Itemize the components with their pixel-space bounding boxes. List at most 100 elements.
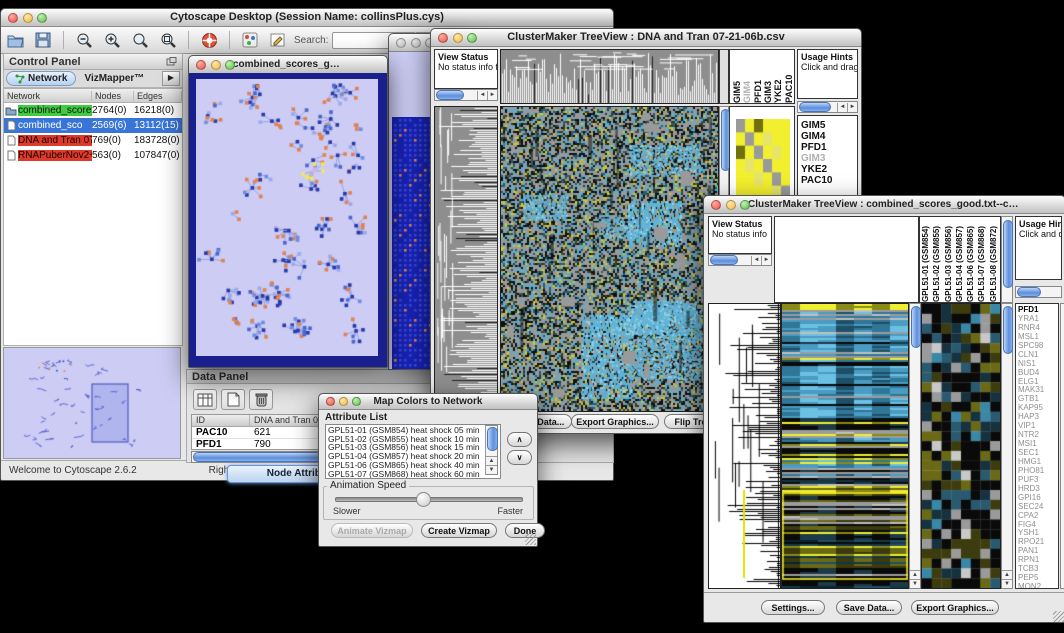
network-overview-canvas[interactable] — [3, 347, 181, 459]
scroll-left-icon[interactable]: ◄ — [837, 103, 847, 112]
tv1-global-heatmap-canvas[interactable] — [500, 106, 719, 412]
create-vizmap-button[interactable]: Create Vizmap — [421, 523, 497, 538]
scroll-down-icon[interactable]: ▼ — [910, 579, 920, 588]
tab-vizmapper[interactable]: VizMapper™ — [76, 72, 152, 85]
tv1-hints-hscrollbar[interactable]: ◄► — [797, 101, 858, 113]
tv1-zoom-heatmap-canvas[interactable] — [736, 119, 790, 199]
tv2-hints-hscrollbar[interactable] — [1015, 286, 1062, 298]
scroll-up-icon[interactable]: ▲ — [910, 570, 920, 579]
scroll-thumb[interactable] — [1017, 287, 1041, 297]
scroll-thumb[interactable] — [911, 306, 921, 348]
minimize-icon[interactable] — [453, 33, 463, 43]
minimize-icon[interactable] — [726, 200, 736, 210]
tv2-row-dendrogram-canvas[interactable] — [708, 303, 781, 589]
minimize-icon[interactable] — [411, 38, 421, 48]
tv1-status-hscrollbar[interactable]: ◄► — [434, 89, 498, 101]
annotation-button[interactable] — [267, 29, 289, 51]
animate-vizmap-button[interactable]: Animate Vizmap — [331, 523, 413, 538]
close-icon[interactable] — [438, 33, 448, 43]
scroll-thumb[interactable] — [799, 102, 831, 112]
export-graphics-button[interactable]: Export Graphics... — [571, 414, 659, 429]
dialog-titlebar[interactable]: Map Colors to Network — [319, 394, 537, 410]
zoom-fit-button[interactable] — [129, 29, 151, 51]
open-file-button[interactable] — [4, 29, 26, 51]
network-view-titlebar[interactable]: combined_scores_good.txt--cluste... — [189, 56, 387, 74]
scroll-left-icon[interactable]: ◄ — [477, 91, 487, 100]
tv2-zoom-heatmap-canvas[interactable] — [921, 303, 1001, 589]
resize-grip[interactable] — [525, 534, 536, 545]
main-titlebar[interactable]: Cytoscape Desktop (Session Name: collins… — [1, 9, 613, 27]
close-icon[interactable] — [8, 13, 18, 23]
network-list-row[interactable]: RNAPuberNov2+I563(0)107847(0) — [4, 148, 182, 163]
scroll-down-icon[interactable]: ▼ — [486, 465, 497, 474]
scroll-thumb[interactable] — [436, 90, 464, 100]
tv2-zoom-vscrollbar[interactable]: ▲▼ — [1001, 303, 1013, 589]
tv1-divider-strip[interactable] — [719, 49, 729, 104]
scroll-thumb[interactable] — [1003, 220, 1013, 288]
tab-overflow-button[interactable]: ▶ — [162, 71, 180, 86]
tv2-gene-vscrollbar[interactable] — [1060, 303, 1064, 589]
network-canvas[interactable] — [196, 79, 378, 356]
vizmapper-shortcut-button[interactable] — [239, 29, 261, 51]
close-icon[interactable] — [711, 200, 721, 210]
settings-button[interactable]: Settings... — [761, 600, 825, 615]
float-panel-icon[interactable] — [166, 57, 177, 67]
zoom-window-icon[interactable] — [352, 397, 361, 406]
column-header-nodes[interactable]: Nodes — [92, 91, 134, 101]
network-list-row[interactable]: combined_sco2569(6)13112(15) — [4, 118, 182, 133]
close-icon[interactable] — [326, 397, 335, 406]
animation-slider-thumb[interactable] — [416, 492, 431, 507]
tv2-status-hscrollbar[interactable]: ◄► — [708, 254, 772, 266]
resize-grip[interactable] — [1053, 611, 1064, 622]
network-list-row[interactable]: DNA and Tran 07769(0)183728(0) — [4, 133, 182, 148]
column-header-network[interactable]: Network — [4, 91, 92, 101]
tv2-global-vscrollbar[interactable]: ▲▼ — [909, 303, 921, 589]
scroll-right-icon[interactable]: ► — [487, 91, 497, 100]
zoom-window-icon[interactable] — [740, 200, 750, 210]
network-list-row[interactable]: combined_scores2764(0)16218(0) — [4, 103, 182, 118]
attribute-list-item[interactable]: GPL51-07 (GSM868) heat shock 60 min — [326, 470, 500, 479]
close-icon[interactable] — [396, 38, 406, 48]
zoom-window-icon[interactable] — [467, 33, 477, 43]
scroll-thumb[interactable] — [487, 427, 498, 451]
tv2-global-heatmap-canvas[interactable] — [781, 303, 909, 589]
minimize-icon[interactable] — [23, 13, 33, 23]
scroll-left-icon[interactable]: ◄ — [751, 256, 761, 265]
network-table-header[interactable]: Network Nodes Edges — [3, 88, 183, 103]
tab-network[interactable]: Network — [6, 71, 76, 86]
attribute-list[interactable]: GPL51-01 (GSM854) heat shock 05 minGPL51… — [325, 424, 501, 479]
delete-attribute-button[interactable] — [249, 389, 273, 410]
close-icon[interactable] — [196, 60, 206, 70]
save-data-button[interactable]: Save Data... — [836, 600, 902, 615]
tv1-row-dendrogram-canvas[interactable] — [434, 106, 498, 412]
zoom-out-button[interactable] — [73, 29, 95, 51]
new-attribute-button[interactable] — [221, 389, 245, 410]
tv2-labels-vscrollbar[interactable] — [1001, 216, 1013, 303]
column-header-edges[interactable]: Edges — [134, 91, 182, 101]
window-controls[interactable] — [8, 13, 47, 23]
move-up-button[interactable]: ∧ — [507, 432, 532, 447]
move-down-button[interactable]: ∨ — [507, 450, 532, 465]
treeview2-titlebar[interactable]: ClusterMaker TreeView : combined_scores_… — [704, 196, 1064, 214]
scroll-up-icon[interactable]: ▲ — [486, 456, 497, 465]
minimize-icon[interactable] — [211, 60, 221, 70]
zoom-in-button[interactable] — [101, 29, 123, 51]
select-attributes-button[interactable] — [193, 389, 217, 410]
save-session-button[interactable] — [32, 29, 54, 51]
zoom-window-icon[interactable] — [225, 60, 235, 70]
scroll-thumb[interactable] — [710, 255, 738, 265]
treeview1-titlebar[interactable]: ClusterMaker TreeView : DNA and Tran 07-… — [431, 29, 861, 47]
tv1-column-dendrogram-canvas[interactable] — [500, 49, 719, 104]
attr-col-id[interactable]: ID — [192, 415, 250, 426]
tv2-column-dendrogram-panel[interactable] — [774, 216, 919, 303]
help-button[interactable] — [198, 29, 220, 51]
zoom-window-icon[interactable] — [37, 13, 47, 23]
minimize-icon[interactable] — [339, 397, 348, 406]
attribute-list-vscrollbar[interactable]: ▲▼ — [485, 425, 498, 475]
scroll-right-icon[interactable]: ► — [761, 256, 771, 265]
zoom-selected-button[interactable] — [157, 29, 179, 51]
export-graphics-button[interactable]: Export Graphics... — [911, 600, 999, 615]
scroll-down-icon[interactable]: ▼ — [1002, 579, 1012, 588]
scroll-up-icon[interactable]: ▲ — [1002, 570, 1012, 579]
scroll-thumb[interactable] — [1003, 306, 1013, 354]
